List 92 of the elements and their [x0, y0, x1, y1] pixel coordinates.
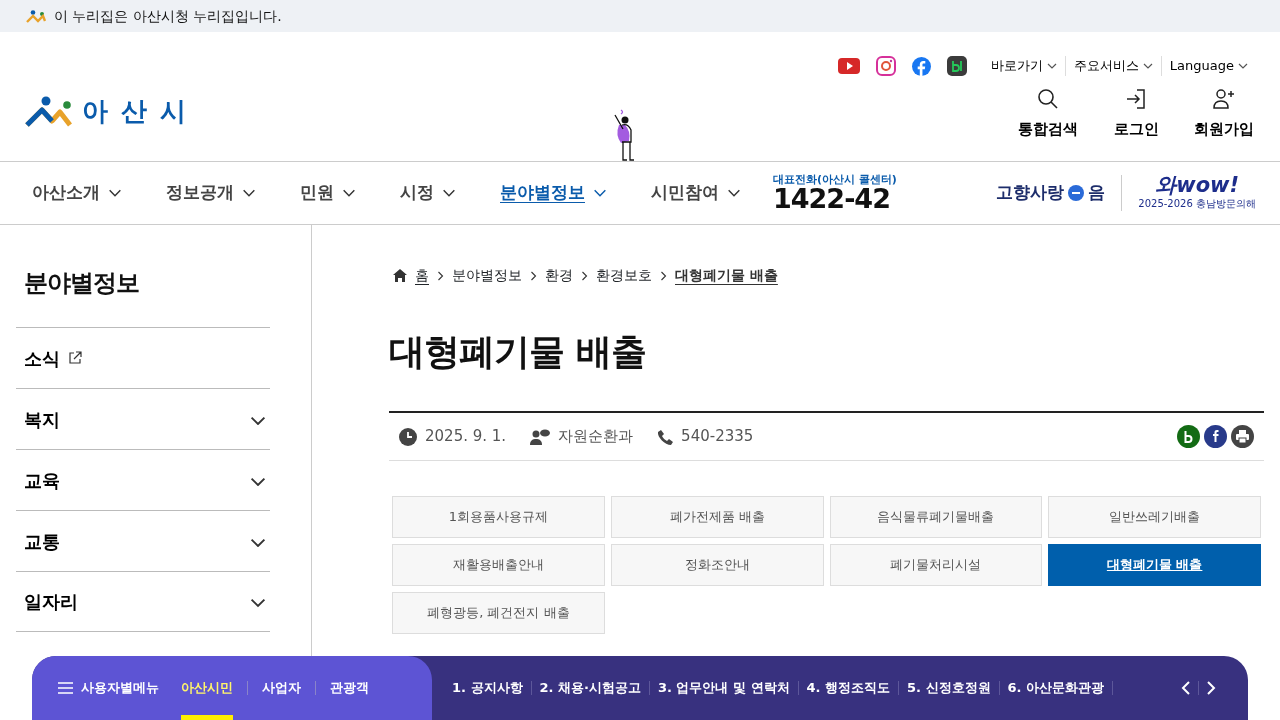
login-button[interactable]: 로그인: [1100, 88, 1172, 141]
breadcrumb-link[interactable]: 홈: [415, 265, 429, 286]
sub-tab[interactable]: 폐가전제품 배출: [610, 496, 824, 539]
home-icon: [393, 269, 407, 282]
signup-button[interactable]: 회원가입: [1188, 88, 1260, 141]
breadcrumb-current: 대형폐기물 배출: [675, 266, 778, 285]
call-center-number: 1422-42: [773, 185, 890, 212]
sub-tab[interactable]: 폐기물처리시설: [829, 544, 1043, 587]
video-play-icon[interactable]: [837, 58, 860, 74]
chevron-down-icon: [108, 189, 122, 197]
chevron-down-icon: [250, 476, 266, 487]
add-user-icon: [1212, 88, 1236, 110]
phone-icon: [657, 428, 674, 445]
chevron-down-icon: [250, 598, 266, 608]
call-center-caption: 대표전화(아산시 콜센터): [773, 174, 897, 185]
quick-link[interactable]: 5. 신정호정원: [899, 678, 999, 698]
chevron-down-icon: [442, 189, 456, 197]
chevron-down-icon: [242, 189, 256, 197]
quick-link[interactable]: 2. 채용·시험공고: [531, 678, 649, 698]
chevron-down-icon: [593, 189, 607, 197]
login-icon: [1125, 88, 1147, 110]
phone-text: 540-2335: [681, 426, 754, 448]
search-button[interactable]: 통합검색: [1012, 88, 1084, 141]
chevron-right-icon: [530, 270, 537, 281]
sub-tab[interactable]: 일반쓰레기배출: [1048, 496, 1261, 539]
sub-tab[interactable]: 대형폐기물 배출: [1048, 544, 1261, 587]
nav-menu-item[interactable]: 분야별정보: [484, 180, 623, 206]
breadcrumb-link[interactable]: 분야별정보: [452, 265, 522, 286]
department-text: 자원순환과: [558, 426, 634, 448]
user-tab[interactable]: 사업자: [248, 656, 315, 720]
city-logo-icon: [26, 9, 46, 23]
chevron-down-icon: [727, 189, 741, 197]
notice-text: 이 누리집은 아산시청 누리집입니다.: [54, 6, 282, 26]
visit-year-logo-text[interactable]: 와wow!: [1155, 175, 1240, 196]
city-logo-icon[interactable]: [24, 95, 74, 128]
sidebar-menu-item[interactable]: 복지: [16, 388, 270, 449]
chevron-right-icon: [437, 270, 444, 281]
chevron-right-icon: [581, 270, 588, 281]
date-text: 2025. 9. 1.: [425, 426, 507, 448]
e-circle-icon: [1068, 185, 1085, 201]
nav-menu-item[interactable]: 아산소개: [16, 180, 138, 206]
sub-tab[interactable]: 폐형광등, 폐건전지 배출: [392, 592, 605, 635]
breadcrumb-link[interactable]: 환경보호: [596, 265, 652, 286]
nav-menu-item[interactable]: 민원: [284, 180, 372, 206]
chevron-down-icon: [250, 415, 266, 426]
nav-menu-item[interactable]: 시정: [384, 180, 472, 206]
dropdown-menu-button[interactable]: Language: [1160, 56, 1256, 76]
hometown-banner-text[interactable]: 음: [1088, 180, 1106, 206]
chevron-down-icon: [1142, 63, 1153, 69]
print-icon[interactable]: [1231, 425, 1254, 449]
nav-menu-item[interactable]: 시민참여: [635, 180, 757, 206]
chevron-left-icon: [1181, 681, 1190, 696]
blog-share-icon[interactable]: [1177, 425, 1200, 449]
sidebar-menu-item[interactable]: 교통: [16, 510, 270, 571]
sidebar-menu-item[interactable]: 소식: [16, 327, 270, 388]
user-tab[interactable]: 아산시민: [167, 656, 247, 720]
nav-menu-item[interactable]: 정보공개: [150, 180, 272, 206]
chevron-right-icon: [1207, 681, 1216, 696]
page-title: 대형폐기물 배출: [389, 330, 647, 374]
hometown-banner-text[interactable]: 고향사랑: [996, 180, 1065, 206]
chevron-down-icon: [1238, 63, 1248, 69]
facebook-share-icon[interactable]: [1204, 425, 1227, 449]
sidebar-title: 분야별정보: [23, 268, 140, 299]
clock-icon: [399, 427, 417, 446]
menu-icon: [58, 682, 73, 694]
facebook-icon[interactable]: [911, 56, 931, 76]
person-icon: [530, 428, 551, 445]
user-tab[interactable]: 관광객: [316, 656, 383, 720]
search-icon: [1037, 88, 1059, 110]
chevron-down-icon: [342, 189, 356, 197]
sub-tab[interactable]: 재활용배출안내: [392, 544, 605, 587]
breadcrumb-link[interactable]: 환경: [545, 265, 573, 286]
sidebar-menu-item[interactable]: 교육: [16, 449, 270, 510]
quick-link[interactable]: 6. 아산문화관광: [999, 678, 1113, 698]
external-link-icon: [68, 351, 82, 365]
sub-tab[interactable]: 음식물류폐기물배출: [829, 496, 1043, 539]
camera-icon[interactable]: [875, 56, 896, 76]
user-menu-button[interactable]: 사용자별메뉴: [58, 678, 159, 698]
quick-link[interactable]: 3. 업무안내 및 연락처: [649, 678, 798, 698]
blog-icon[interactable]: [946, 56, 967, 76]
quick-link[interactable]: 1. 공지사항: [444, 678, 531, 698]
sidebar-menu-item[interactable]: 일자리: [16, 571, 270, 632]
chevron-down-icon: [1046, 63, 1057, 69]
sub-tab[interactable]: 정화조안내: [610, 544, 824, 587]
quick-link[interactable]: 4. 행정조직도: [798, 678, 899, 698]
logo-text[interactable]: 아 산 시: [82, 92, 189, 131]
dropdown-menu-button[interactable]: 바로가기: [982, 56, 1065, 76]
dropdown-menu-button[interactable]: 주요서비스: [1064, 56, 1161, 76]
sub-tab[interactable]: 1회용품사용규제: [392, 496, 605, 539]
visit-year-caption: 2025-2026 충남방문의해: [1138, 197, 1256, 211]
chevron-right-icon: [660, 270, 667, 281]
chevron-down-icon: [250, 537, 266, 548]
